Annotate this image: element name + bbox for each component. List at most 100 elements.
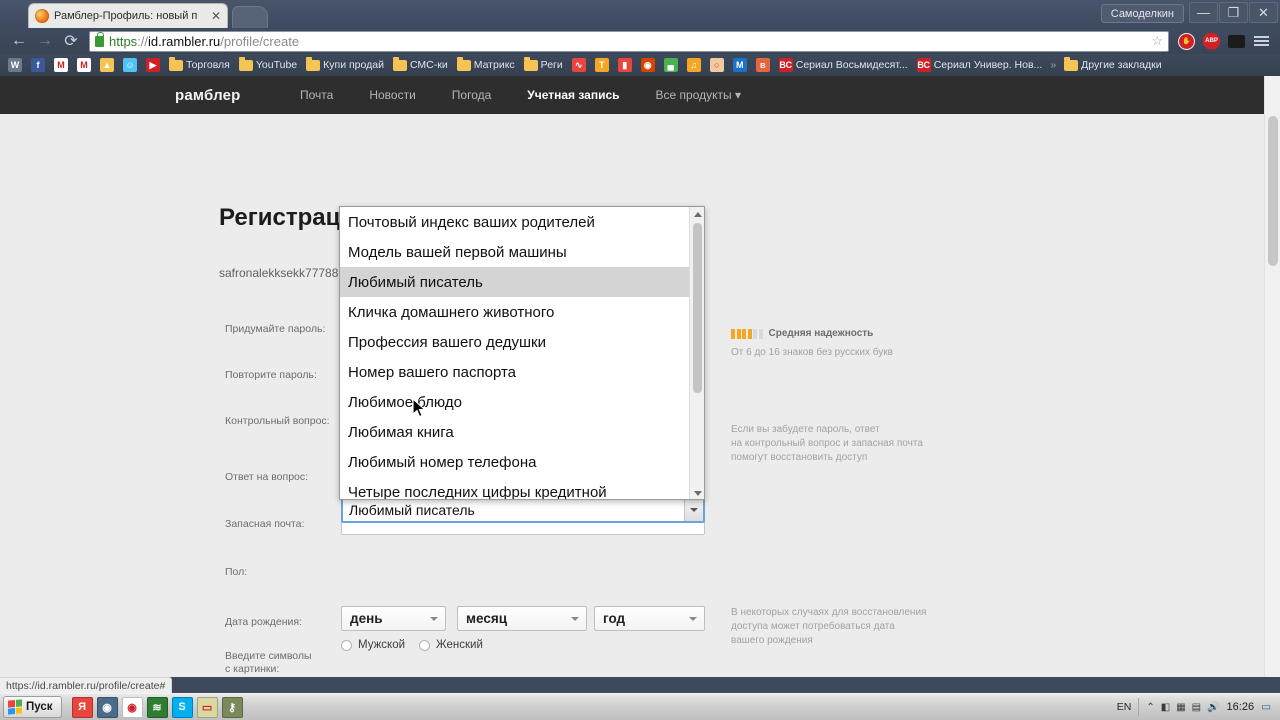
gender-female-radio[interactable]: Женский — [419, 639, 483, 651]
steam-icon[interactable]: ◉ — [96, 696, 118, 718]
select-arrow-box[interactable] — [684, 499, 703, 521]
bookmark-item[interactable]: ♫ — [683, 56, 705, 74]
bookmark-item[interactable]: ▶ — [142, 56, 164, 74]
bookmark-item[interactable]: Матрикс — [453, 56, 519, 73]
back-icon[interactable]: ← — [6, 29, 32, 53]
bookmark-item[interactable]: Реги — [520, 56, 567, 73]
key-icon[interactable]: ⚷ — [221, 696, 243, 718]
stripes-icon[interactable]: ≋ — [146, 696, 168, 718]
bookmark-item[interactable]: М — [729, 56, 751, 74]
dropdown-scrollbar[interactable] — [689, 207, 704, 499]
chrome-menu-button[interactable] — [1249, 29, 1274, 53]
show-hidden-icon[interactable]: ⌃ — [1146, 702, 1154, 713]
dropdown-option[interactable]: Любимое блюдо — [340, 387, 690, 417]
birth-year-select[interactable]: год — [594, 606, 705, 631]
page-scrollbar-thumb[interactable] — [1268, 116, 1278, 266]
bookmark-item[interactable]: ▮ — [614, 56, 636, 74]
new-tab-button[interactable] — [232, 6, 268, 28]
chevron-down-icon — [430, 616, 438, 621]
save-icon[interactable]: ▤ — [1192, 702, 1201, 713]
scrollbar-thumb[interactable] — [693, 223, 702, 393]
bookmark-item[interactable]: YouTube — [235, 56, 301, 73]
dropdown-option[interactable]: Любимый номер телефона — [340, 447, 690, 477]
bookmark-label: Матрикс — [473, 59, 515, 71]
bookmark-item[interactable]: ▲ — [96, 56, 118, 74]
skype-icon[interactable]: S — [171, 696, 193, 718]
chrome-icon[interactable]: ◉ — [121, 696, 143, 718]
bookmark-item[interactable]: ВС Сериал Универ. Нов... — [913, 56, 1047, 74]
scroll-up-icon[interactable] — [690, 207, 704, 222]
dropdown-option[interactable]: Кличка домашнего животного — [340, 297, 690, 327]
page-scrollbar[interactable] — [1264, 76, 1280, 677]
bookmark-item[interactable]: ○ — [706, 56, 728, 74]
birth-month-select[interactable]: месяц — [457, 606, 587, 631]
network-error-icon[interactable]: ◧ — [1161, 702, 1170, 713]
bookmark-item[interactable]: СМС-ки — [389, 56, 452, 73]
folder-icon[interactable]: ▭ — [196, 696, 218, 718]
page-body: Регистрация safronalekksekk77788@rambler… — [0, 114, 1264, 677]
gender-female-label: Женский — [436, 639, 483, 651]
dropdown-option[interactable]: Почтовый индекс ваших родителей — [340, 207, 690, 237]
adblock-extension-button[interactable]: ABP — [1199, 29, 1224, 53]
dropdown-option[interactable]: Номер вашего паспорта — [340, 357, 690, 387]
dropdown-option[interactable]: Четыре последних цифры кредитной — [340, 477, 690, 500]
start-button[interactable]: Пуск — [3, 696, 62, 718]
site-nav-item[interactable]: Новости — [369, 88, 415, 102]
url-separator: :// — [137, 33, 149, 49]
bookmark-item[interactable]: W — [4, 56, 26, 74]
bookmark-item[interactable]: ВС Сериал Восьмидесят... — [775, 56, 912, 74]
site-nav-item[interactable]: Все продукты ▾ — [656, 88, 741, 102]
close-icon[interactable]: ✕ — [207, 9, 221, 23]
language-indicator[interactable]: EN — [1117, 701, 1132, 713]
bookmark-item[interactable]: Торговля — [165, 56, 234, 73]
scroll-down-icon[interactable] — [690, 486, 704, 499]
dropdown-option[interactable]: Модель вашей первой машины — [340, 237, 690, 267]
folder-icon — [306, 56, 321, 71]
site-nav-item[interactable]: Учетная запись — [527, 88, 619, 102]
security-question-value: Любимый писатель — [349, 502, 475, 518]
forward-icon[interactable]: → — [32, 29, 58, 53]
other-bookmarks-folder[interactable]: Другие закладки — [1060, 56, 1165, 73]
close-window-icon[interactable]: ✕ — [1249, 2, 1278, 23]
reload-icon[interactable]: ⟳ — [58, 29, 84, 53]
browser-tab[interactable]: Рамблер-Профиль: новый п ✕ — [28, 3, 228, 28]
bookmark-item[interactable]: Купи продай — [302, 56, 388, 73]
bookmark-item[interactable]: M — [73, 56, 95, 74]
gender-male-label: Мужской — [358, 639, 406, 651]
bookmark-item[interactable]: в — [752, 56, 774, 74]
security-question-select[interactable]: Любимый писатель — [341, 497, 705, 523]
bookmark-item[interactable]: ∿ — [568, 56, 590, 74]
clock[interactable]: 16:26 — [1227, 701, 1255, 713]
radio-icon — [341, 639, 352, 651]
gender-male-radio[interactable]: Мужской — [341, 639, 405, 651]
rambler-logo[interactable]: рамблер — [175, 87, 241, 104]
dropdown-option[interactable]: Любимая книга — [340, 417, 690, 447]
volume-icon[interactable]: 🔊 — [1207, 702, 1219, 713]
stop-extension-button[interactable]: ✋ — [1174, 29, 1199, 53]
antivirus-icon[interactable]: ▦ — [1176, 702, 1185, 713]
bookmarks-overflow-icon[interactable]: » — [1047, 59, 1059, 71]
dropdown-option[interactable]: Профессия вашего дедушки — [340, 327, 690, 357]
address-bar[interactable]: https :// id.rambler.ru /profile/create … — [89, 30, 1169, 52]
maximize-icon[interactable]: ❐ — [1219, 2, 1248, 23]
yandex-icon[interactable]: Я — [71, 696, 93, 718]
dropdown-option[interactable]: Любимый писатель — [340, 267, 690, 297]
bookmark-star-icon[interactable]: ☆ — [1151, 33, 1163, 49]
label-password-repeat: Повторите пароль: — [225, 369, 317, 381]
site-nav-item[interactable]: Почта — [300, 88, 333, 102]
bookmark-item[interactable]: f — [27, 56, 49, 74]
bookmark-item[interactable]: ◉ — [637, 56, 659, 74]
bookmark-item[interactable]: ☺ — [119, 56, 141, 74]
bookmark-item[interactable]: M — [50, 56, 72, 74]
vc-icon: ВС — [916, 58, 931, 72]
birth-day-select[interactable]: день — [341, 606, 446, 631]
show-desktop-icon[interactable]: ▭ — [1261, 701, 1271, 713]
bookmark-item[interactable]: ▄ — [660, 56, 682, 74]
minimize-icon[interactable]: — — [1189, 2, 1218, 23]
bookmark-item[interactable]: T — [591, 56, 613, 74]
hint-birthdate: В некоторых случаях для восстановления д… — [731, 607, 927, 646]
app-extension-button[interactable] — [1224, 29, 1249, 53]
security-question-dropdown[interactable]: Почтовый индекс ваших родителей Модель ва… — [339, 206, 705, 500]
site-nav-item[interactable]: Погода — [452, 88, 492, 102]
profile-user-button[interactable]: Самоделкин — [1100, 4, 1184, 23]
